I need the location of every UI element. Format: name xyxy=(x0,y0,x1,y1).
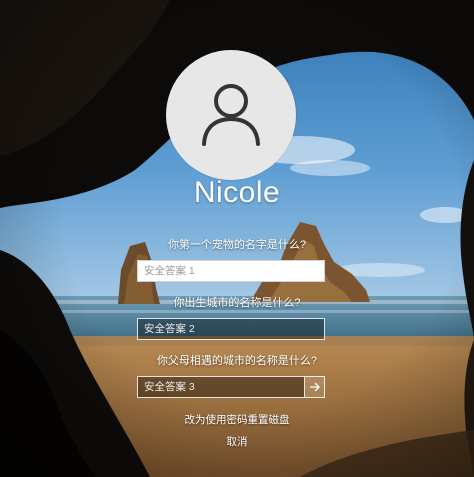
security-answer-1-input[interactable]: 安全答案 1 xyxy=(137,260,325,282)
security-answer-3-input[interactable]: 安全答案 3 xyxy=(137,376,305,398)
security-question-2: 你出生城市的名称是什么? xyxy=(173,297,301,309)
security-question-3: 你父母相遇的城市的名称是什么? xyxy=(156,355,318,367)
security-answer-2-input[interactable]: 安全答案 2 xyxy=(137,318,325,340)
submit-button[interactable] xyxy=(305,376,325,398)
user-icon xyxy=(202,84,260,146)
user-name: Nicole xyxy=(193,176,281,209)
security-question-1: 你第一个宠物的名字是什么? xyxy=(167,239,307,251)
arrow-right-icon xyxy=(309,382,320,392)
cancel-link[interactable]: 取消 xyxy=(0,434,474,449)
use-password-reset-disk-link[interactable]: 改为使用密码重置磁盘 xyxy=(0,412,474,427)
user-avatar xyxy=(166,50,296,180)
